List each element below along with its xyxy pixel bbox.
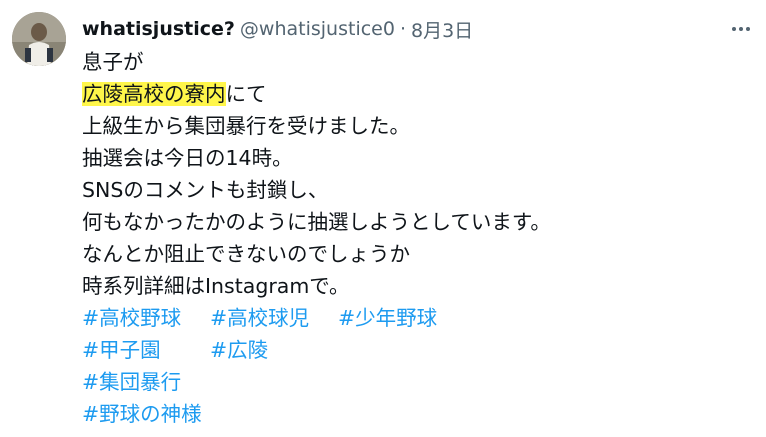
tweet-line: SNSのコメントも封鎖し、 [82, 178, 329, 202]
tweet-line: 抽選会は今日の14時。 [82, 146, 293, 170]
tweet: whatisjustice? @whatisjustice0 · 8月3日 息子… [0, 0, 766, 437]
more-button[interactable] [728, 18, 754, 40]
author-name[interactable]: whatisjustice? [82, 18, 235, 40]
tweet-line: 何もなかったかのように抽選しようとしています。 [82, 210, 551, 234]
player-avatar-icon [12, 12, 66, 66]
tweet-line: 時系列詳細はInstagramで。 [82, 274, 350, 298]
avatar[interactable] [12, 12, 66, 66]
tweet-line: なんとか阻止できないのでしょうか [82, 242, 410, 266]
hashtag-link[interactable]: #高校球児 [210, 302, 338, 334]
hashtag-link[interactable]: #高校野球 [82, 302, 210, 334]
tweet-line: 息子が [82, 50, 144, 74]
author-handle[interactable]: @whatisjustice0 [240, 18, 395, 40]
tweet-line: 広陵高校の寮内にて [82, 78, 746, 110]
more-icon [732, 27, 736, 31]
separator-dot: · [399, 18, 406, 40]
tweet-text-rest: にて [225, 82, 267, 106]
hashtag-link[interactable]: #広陵 [210, 334, 268, 366]
hashtag-link[interactable]: #少年野球 [338, 302, 437, 334]
tweet-text: 息子が 広陵高校の寮内にて 上級生から集団暴行を受けました。 抽選会は今日の14… [82, 46, 746, 430]
highlighted-text: 広陵高校の寮内 [82, 82, 226, 106]
hashtag-link[interactable]: #野球の神様 [82, 398, 202, 430]
hashtag-link[interactable]: #集団暴行 [82, 366, 181, 398]
tweet-date[interactable]: 8月3日 [411, 16, 473, 43]
hashtags: #高校野球 #高校球児 #少年野球 #甲子園 #広陵 #集団暴行 #野球の神様 [82, 302, 746, 430]
tweet-header: whatisjustice? @whatisjustice0 · 8月3日 [82, 16, 726, 42]
tweet-line: 上級生から集団暴行を受けました。 [82, 114, 410, 138]
hashtag-link[interactable]: #甲子園 [82, 334, 210, 366]
